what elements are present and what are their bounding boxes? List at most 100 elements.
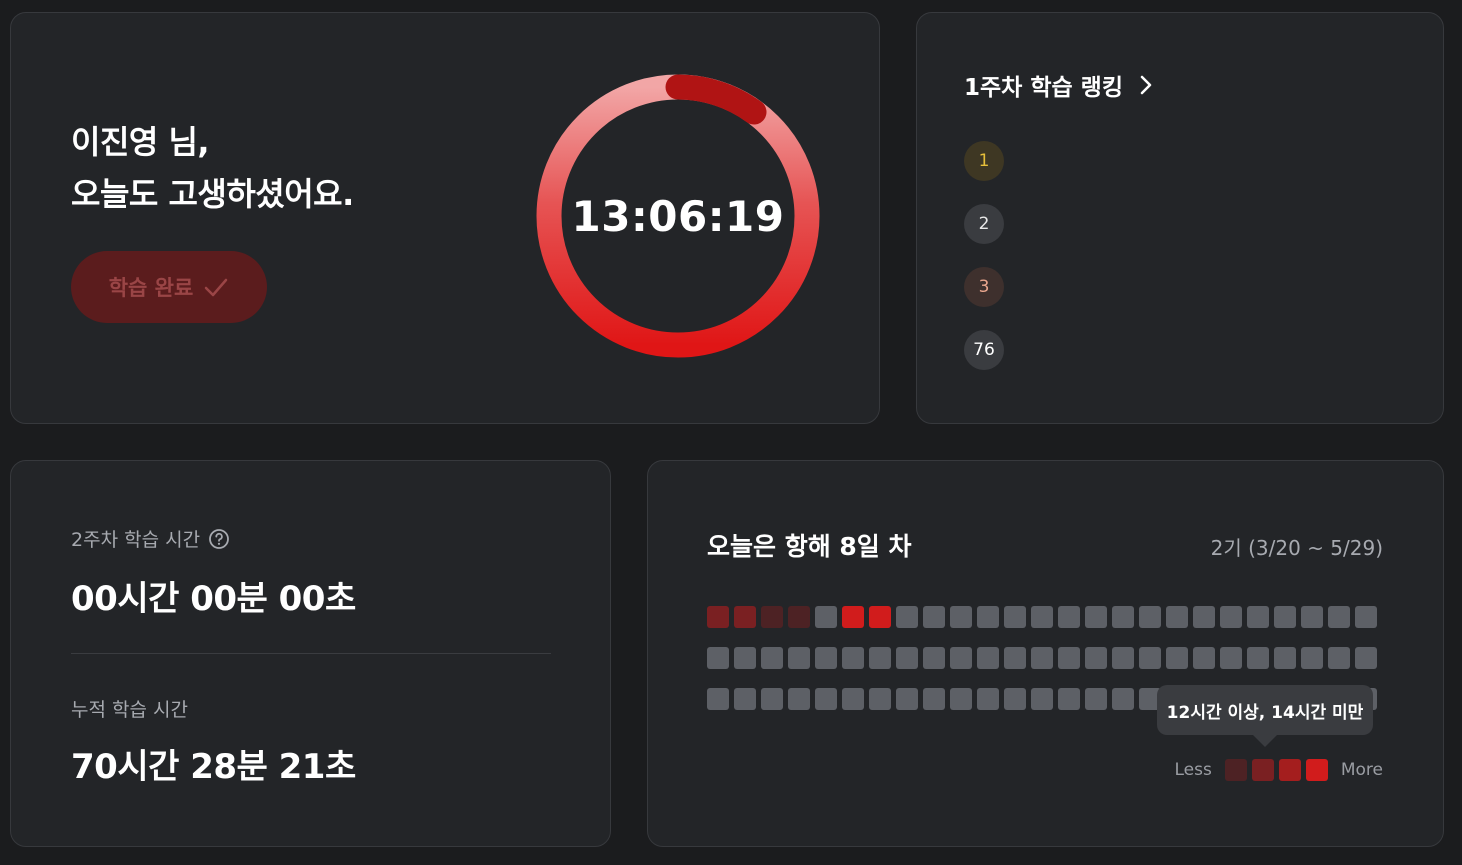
streak-day-cell[interactable]	[1085, 647, 1107, 669]
legend-level-1[interactable]	[1224, 759, 1247, 781]
streak-day-cell[interactable]	[950, 606, 972, 628]
ranking-item: 2	[964, 204, 1004, 244]
ranking-item: 3	[964, 267, 1004, 307]
greeting-card: 이진영 님, 오늘도 고생하셨어요. 학습 완료 13:06:19	[10, 12, 880, 424]
streak-day-cell[interactable]	[1166, 606, 1188, 628]
streak-day-cell[interactable]	[1031, 647, 1053, 669]
streak-day-cell[interactable]	[869, 688, 891, 710]
chevron-right-icon	[1140, 75, 1152, 95]
streak-day-cell[interactable]	[761, 647, 783, 669]
total-time-label: 누적 학습 시간	[71, 699, 188, 721]
streak-day-cell[interactable]	[1193, 606, 1215, 628]
legend-level-4[interactable]	[1305, 759, 1328, 781]
streak-day-cell[interactable]	[734, 688, 756, 710]
tooltip-text: 12시간 이상, 14시간 미만	[1166, 702, 1364, 723]
study-complete-button[interactable]: 학습 완료	[71, 251, 267, 323]
streak-day-cell[interactable]	[1193, 647, 1215, 669]
streak-day-cell[interactable]	[896, 688, 918, 710]
cohort-period: 2기 (3/20 ~ 5/29)	[1210, 536, 1383, 560]
streak-day-cell[interactable]	[734, 647, 756, 669]
check-icon	[205, 278, 228, 297]
streak-day-cell[interactable]	[1112, 606, 1134, 628]
streak-day-cell[interactable]	[1004, 688, 1026, 710]
streak-day-cell[interactable]	[1112, 688, 1134, 710]
study-timer: 13:06:19	[533, 71, 823, 361]
streak-card: 오늘은 항해 8일 차 2기 (3/20 ~ 5/29) 12시간 이상, 14…	[647, 460, 1444, 847]
streak-day-cell[interactable]	[707, 606, 729, 628]
streak-day-cell[interactable]	[815, 647, 837, 669]
legend-more-label: More	[1340, 760, 1383, 780]
streak-day-cell[interactable]	[950, 688, 972, 710]
streak-day-cell[interactable]	[1247, 606, 1269, 628]
rank-number: 1	[978, 151, 990, 171]
divider	[71, 653, 551, 654]
streak-day-cell[interactable]	[1301, 647, 1323, 669]
streak-day-cell[interactable]	[977, 647, 999, 669]
streak-day-cell[interactable]	[869, 606, 891, 628]
greeting-name: 이진영 님,	[71, 123, 210, 161]
streak-day-cell[interactable]	[1355, 647, 1377, 669]
streak-day-cell[interactable]	[896, 647, 918, 669]
streak-day-cell[interactable]	[788, 606, 810, 628]
ranking-title: 1주차 학습 랭킹	[964, 75, 1123, 101]
streak-day-cell[interactable]	[707, 647, 729, 669]
streak-day-cell[interactable]	[761, 688, 783, 710]
streak-day-cell[interactable]	[1058, 606, 1080, 628]
ranking-card: 1주차 학습 랭킹 1 2 3 76	[916, 12, 1444, 424]
legend-level-3[interactable]	[1278, 759, 1301, 781]
streak-day-cell[interactable]	[1112, 647, 1134, 669]
streak-day-cell[interactable]	[1355, 606, 1377, 628]
ranking-title-link[interactable]: 1주차 학습 랭킹	[964, 68, 1153, 102]
streak-day-cell[interactable]	[923, 647, 945, 669]
study-time-card: 2주차 학습 시간 00시간 00분 00초 누적 학습 시간 70시간 28분…	[10, 460, 611, 847]
streak-day-cell[interactable]	[1004, 606, 1026, 628]
streak-day-cell[interactable]	[1247, 647, 1269, 669]
streak-day-cell[interactable]	[1220, 647, 1242, 669]
ranking-item: 1	[964, 141, 1004, 181]
streak-day-cell[interactable]	[923, 606, 945, 628]
streak-day-cell[interactable]	[1220, 606, 1242, 628]
streak-day-cell[interactable]	[815, 688, 837, 710]
streak-day-cell[interactable]	[977, 606, 999, 628]
streak-day-cell[interactable]	[1004, 647, 1026, 669]
streak-day-cell[interactable]	[896, 606, 918, 628]
greeting-message: 오늘도 고생하셨어요.	[71, 175, 354, 213]
streak-day-cell[interactable]	[707, 688, 729, 710]
streak-day-cell[interactable]	[1274, 647, 1296, 669]
streak-day-cell[interactable]	[1139, 606, 1161, 628]
streak-day-cell[interactable]	[1274, 606, 1296, 628]
rank-number: 76	[973, 340, 995, 360]
streak-day-cell[interactable]	[869, 647, 891, 669]
streak-day-cell[interactable]	[842, 647, 864, 669]
streak-day-cell[interactable]	[1058, 647, 1080, 669]
streak-day-cell[interactable]	[734, 606, 756, 628]
streak-day-cell[interactable]	[950, 647, 972, 669]
streak-day-cell[interactable]	[1301, 606, 1323, 628]
help-icon[interactable]	[208, 528, 230, 550]
study-complete-label: 학습 완료	[108, 276, 194, 300]
streak-day-cell[interactable]	[842, 606, 864, 628]
streak-day-cell[interactable]	[761, 606, 783, 628]
streak-day-cell[interactable]	[788, 688, 810, 710]
streak-day-cell[interactable]	[1085, 688, 1107, 710]
weekly-time-value: 00시간 00분 00초	[71, 579, 356, 619]
weekly-time-label: 2주차 학습 시간	[71, 529, 201, 551]
rank-number: 2	[978, 214, 990, 234]
streak-day-cell[interactable]	[1085, 606, 1107, 628]
streak-day-cell[interactable]	[1328, 647, 1350, 669]
streak-day-cell[interactable]	[1166, 647, 1188, 669]
streak-day-cell[interactable]	[923, 688, 945, 710]
timer-value: 13:06:19	[571, 191, 785, 241]
legend-level-2[interactable]	[1251, 759, 1274, 781]
streak-day-cell[interactable]	[1328, 606, 1350, 628]
streak-day-cell[interactable]	[1139, 647, 1161, 669]
ranking-item: 76	[964, 330, 1004, 370]
streak-day-cell[interactable]	[1031, 606, 1053, 628]
streak-day-cell[interactable]	[977, 688, 999, 710]
weekly-time-label-row: 2주차 학습 시간	[71, 525, 230, 552]
streak-day-cell[interactable]	[1031, 688, 1053, 710]
streak-day-cell[interactable]	[1058, 688, 1080, 710]
streak-day-cell[interactable]	[815, 606, 837, 628]
streak-day-cell[interactable]	[788, 647, 810, 669]
streak-day-cell[interactable]	[842, 688, 864, 710]
